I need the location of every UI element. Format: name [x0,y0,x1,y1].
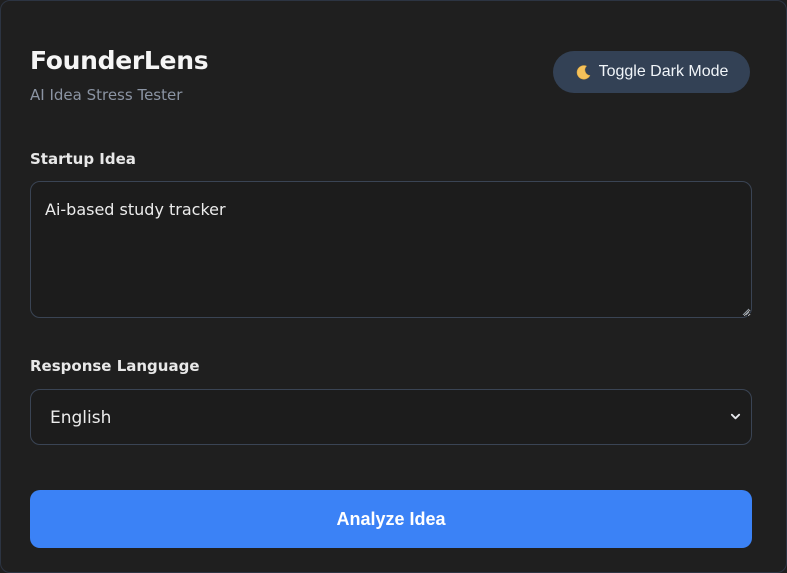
resize-handle-icon[interactable] [741,307,750,316]
header: FounderLens AI Idea Stress Tester Toggle… [30,45,750,107]
response-language-select[interactable]: English [30,389,752,445]
response-language-label: Response Language [30,357,200,375]
moon-icon [576,64,590,79]
startup-idea-label: Startup Idea [30,150,136,168]
startup-idea-textarea[interactable] [30,181,752,318]
app-title: FounderLens [30,46,209,75]
analyze-idea-button[interactable]: Analyze Idea [30,490,752,548]
app-subtitle: AI Idea Stress Tester [30,86,183,104]
response-language-value: English [50,408,112,428]
toggle-dark-mode-label: Toggle Dark Mode [598,63,729,80]
chevron-down-icon [730,413,741,420]
app-card: FounderLens AI Idea Stress Tester Toggle… [0,0,787,573]
toggle-dark-mode-button[interactable]: Toggle Dark Mode [553,51,750,93]
